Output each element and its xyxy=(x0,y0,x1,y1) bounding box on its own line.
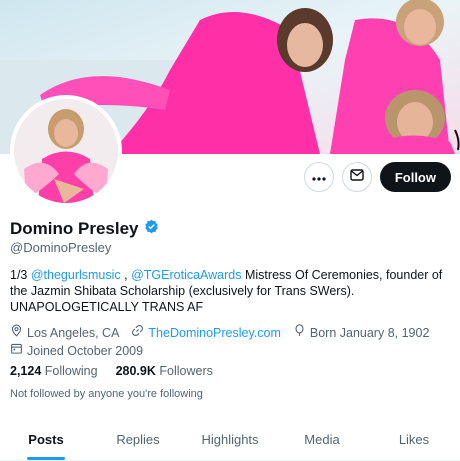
profile-actions: Follow xyxy=(303,162,451,192)
handle: @DominoPresley xyxy=(10,240,112,255)
tab-highlights[interactable]: Highlights xyxy=(184,418,276,460)
birthday: Born January 8, 1902 xyxy=(293,324,430,342)
profile-meta: Los Angeles, CA TheDominoPresley.com Bor… xyxy=(10,324,455,360)
mention-link-1[interactable]: @thegurlsmusic xyxy=(31,268,121,282)
bio-separator: , xyxy=(120,268,132,282)
join-date-text: Joined October 2009 xyxy=(27,343,144,358)
balloon-icon xyxy=(293,324,306,342)
verified-icon[interactable] xyxy=(144,219,159,239)
more-icon xyxy=(312,168,326,186)
following-stat[interactable]: 2,124 Following xyxy=(10,364,98,378)
location-text: Los Angeles, CA xyxy=(27,325,120,340)
tab-media[interactable]: Media xyxy=(276,418,368,460)
following-label: Following xyxy=(44,364,98,378)
location-icon xyxy=(10,324,23,342)
bio-prefix: 1/3 xyxy=(10,268,31,282)
profile-avatar[interactable] xyxy=(10,95,122,207)
following-count: 2,124 xyxy=(10,364,42,378)
tab-likes[interactable]: Likes xyxy=(368,418,460,460)
tab-posts[interactable]: Posts xyxy=(0,418,92,460)
bio: 1/3 @thegurlsmusic , @TGEroticaAwards Mi… xyxy=(10,267,450,315)
followers-stat[interactable]: 280.9K Followers xyxy=(116,364,213,378)
location: Los Angeles, CA xyxy=(10,324,119,342)
mention-link-2[interactable]: @TGEroticaAwards xyxy=(131,268,241,282)
follow-stats: 2,124 Following 280.9K Followers xyxy=(10,364,213,378)
not-followed-note: Not followed by anyone you're following xyxy=(10,388,203,400)
website: TheDominoPresley.com xyxy=(131,324,281,342)
join-date: Joined October 2009 xyxy=(10,342,143,360)
profile-tabs: Posts Replies Highlights Media Likes xyxy=(0,418,460,461)
display-name: Domino Presley xyxy=(10,219,139,238)
tab-replies[interactable]: Replies xyxy=(92,418,184,460)
follow-button[interactable]: Follow xyxy=(379,162,451,192)
message-icon xyxy=(350,168,364,186)
message-button[interactable] xyxy=(341,162,372,192)
calendar-icon xyxy=(10,342,23,360)
more-button[interactable] xyxy=(303,162,334,192)
link-icon xyxy=(131,324,144,342)
name-row: Domino Presley xyxy=(10,219,159,239)
followers-count: 280.9K xyxy=(115,364,156,378)
birthday-text: Born January 8, 1902 xyxy=(309,325,430,340)
website-link[interactable]: TheDominoPresley.com xyxy=(148,325,280,342)
followers-label: Followers xyxy=(159,364,213,378)
